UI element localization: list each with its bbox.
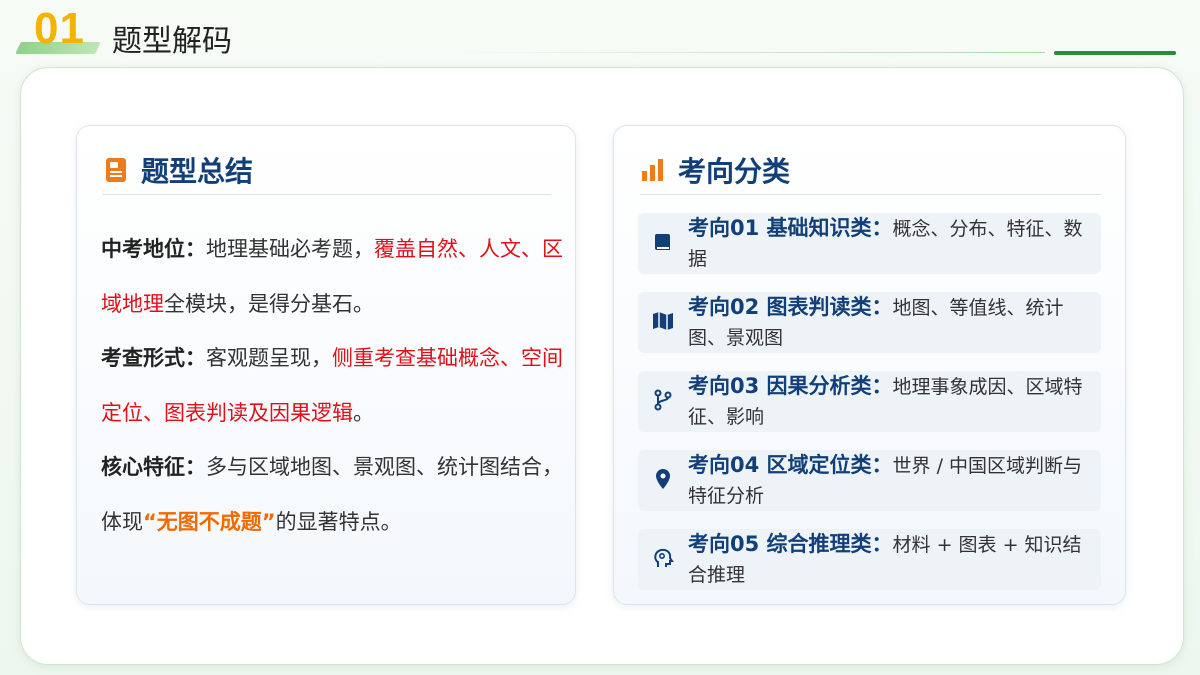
branch-icon (654, 389, 672, 411)
bar-chart-icon (642, 159, 663, 181)
paragraph-text: 全模块，是得分基石。 (164, 291, 374, 316)
category-card: 考向分类 考向01 基础知识类：概念、分布、特征、数据 考向02 图表判读类：地… (613, 125, 1126, 605)
section-number: 01 (34, 4, 85, 53)
category-item: 考向05 综合推理类：材料 + 图表 + 知识结合推理 (638, 529, 1101, 590)
summary-paragraph: 核心特征：多与区域地图、景观图、统计图结合，体现“无图不成题”的显著特点。 (101, 440, 571, 549)
category-list: 考向01 基础知识类：概念、分布、特征、数据 考向02 图表判读类：地图、等值线… (638, 213, 1101, 608)
header: 01 题型解码 (0, 0, 1200, 64)
summary-paragraph: 考查形式：客观题呈现，侧重考查基础概念、空间定位、图表判读及因果逻辑。 (101, 331, 571, 440)
category-label: 考向04 区域定位类： (688, 453, 893, 477)
category-card-title: 考向分类 (678, 155, 791, 188)
document-icon (106, 158, 126, 182)
summary-card-title: 题型总结 (141, 155, 254, 188)
paragraph-text: 。 (353, 400, 374, 425)
category-label: 考向02 图表判读类： (688, 295, 893, 319)
category-item: 考向04 区域定位类：世界 / 中国区域判断与特征分析 (638, 450, 1101, 511)
category-card-header: 考向分类 (640, 150, 1101, 195)
category-label: 考向03 因果分析类： (688, 374, 893, 398)
map-icon (653, 312, 673, 330)
paragraph-text: 的显著特点。 (275, 509, 402, 534)
book-icon (654, 234, 670, 250)
category-item: 考向02 图表判读类：地图、等值线、统计图、景观图 (638, 292, 1101, 353)
title-divider (445, 52, 1045, 53)
page-title: 题型解码 (112, 24, 232, 59)
location-pin-icon (656, 469, 670, 489)
summary-card-header: 题型总结 (103, 150, 551, 195)
category-label: 考向05 综合推理类： (688, 532, 893, 556)
title-accent-bar (1054, 51, 1176, 55)
summary-card: 题型总结 中考地位：地理基础必考题，覆盖自然、人文、区域地理全模块，是得分基石。… (76, 125, 576, 605)
brain-icon (654, 548, 674, 567)
paragraph-text: 客观题呈现， (206, 346, 332, 370)
paragraph-label: 核心特征： (101, 455, 206, 479)
summary-body: 中考地位：地理基础必考题，覆盖自然、人文、区域地理全模块，是得分基石。 考查形式… (101, 222, 571, 549)
paragraph-text: 地理基础必考题， (206, 237, 374, 261)
paragraph-label: 考查形式： (101, 346, 206, 370)
paragraph-highlight: “无图不成题” (143, 509, 276, 534)
category-item: 考向03 因果分析类：地理事象成因、区域特征、影响 (638, 371, 1101, 432)
category-label: 考向01 基础知识类： (688, 216, 893, 240)
summary-paragraph: 中考地位：地理基础必考题，覆盖自然、人文、区域地理全模块，是得分基石。 (101, 222, 571, 331)
paragraph-label: 中考地位： (101, 237, 206, 261)
category-item: 考向01 基础知识类：概念、分布、特征、数据 (638, 213, 1101, 274)
